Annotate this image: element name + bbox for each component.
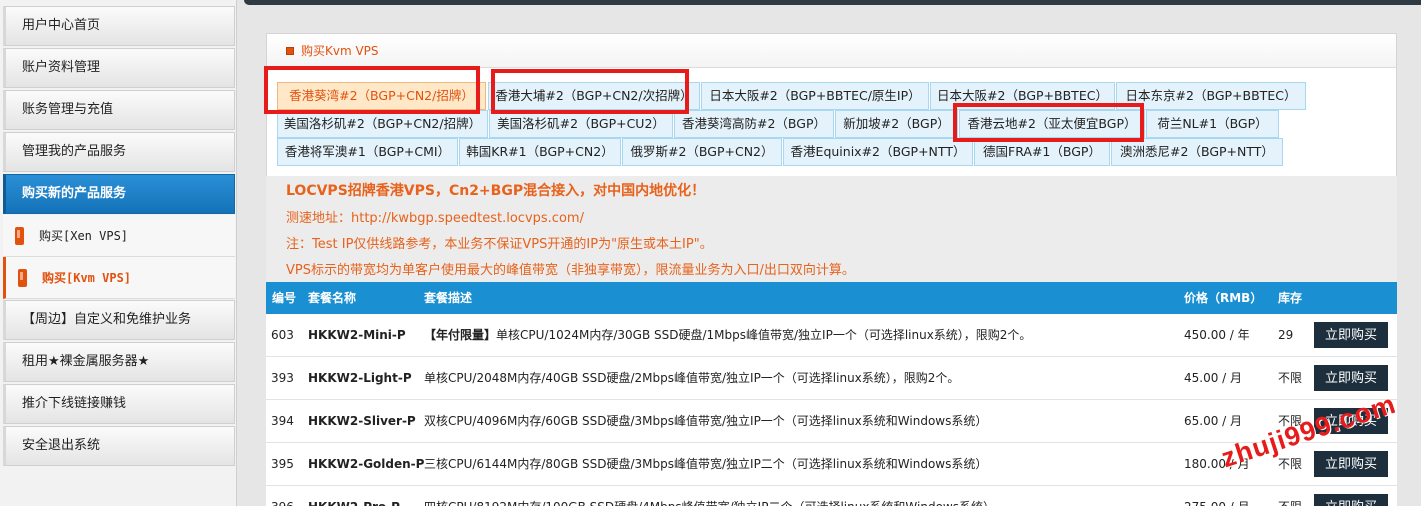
tab-location[interactable]: 新加坡#2（BGP） xyxy=(835,110,958,138)
sidebar-item-billing[interactable]: 账务管理与充值 xyxy=(3,90,235,130)
server-icon xyxy=(18,269,27,287)
tab-location[interactable]: 美国洛杉矶#2（BGP+CU2） xyxy=(489,110,673,138)
sidebar-subitem-label: 购买[Kvm VPS] xyxy=(42,271,132,285)
row-price: 450.00 / 年 xyxy=(1184,328,1250,342)
tab-location[interactable]: 日本东京#2（BGP+BBTEC） xyxy=(1116,82,1306,110)
row-id: 393 xyxy=(271,371,294,385)
row-stock: 29 xyxy=(1278,328,1294,342)
table-row: 396 HKKW2-Pro-P 四核CPU/8192M内存/100GB SSD硬… xyxy=(266,486,1397,506)
row-id: 395 xyxy=(271,457,294,471)
tab-location[interactable]: 俄罗斯#2（BGP+CN2） xyxy=(622,138,782,166)
sidebar-item-logout[interactable]: 安全退出系统 xyxy=(3,426,235,466)
row-name: HKKW2-Light-P xyxy=(308,371,412,385)
row-stock: 不限 xyxy=(1278,371,1303,385)
tab-location[interactable]: 韩国KR#1（BGP+CN2） xyxy=(459,138,621,166)
row-price: 275.00 / 月 xyxy=(1184,486,1250,506)
tab-location[interactable]: 香港云地#2（亚太便宜BGP） xyxy=(959,110,1145,138)
panel-header: 购买Kvm VPS xyxy=(267,34,1396,68)
row-desc-prefix: 【年付限量】 xyxy=(424,328,497,342)
col-id-header: 编号 xyxy=(272,291,297,305)
col-price-header: 价格（RMB） xyxy=(1184,291,1263,305)
panel-title: 购买Kvm VPS xyxy=(301,44,379,58)
row-id: 603 xyxy=(271,328,294,342)
row-price: 45.00 / 月 xyxy=(1184,371,1243,385)
buy-now-button[interactable]: 立即购买 xyxy=(1314,322,1388,348)
sidebar: 用户中心首页 账户资料管理 账务管理与充值 管理我的产品服务 购买新的产品服务 … xyxy=(0,0,237,506)
tab-location[interactable]: 香港大埔#2（BGP+CN2/次招牌） xyxy=(488,82,700,110)
tab-location[interactable]: 德国FRA#1（BGP） xyxy=(974,138,1110,166)
tab-location[interactable]: 香港Equinix#2（BGP+NTT） xyxy=(783,138,973,166)
row-desc: 三核CPU/6144M内存/80GB SSD硬盘/3Mbps峰值带宽/独立IP二… xyxy=(424,457,988,471)
sidebar-subitem-label: 购买[Xen VPS] xyxy=(39,229,129,243)
buy-now-button[interactable]: 立即购买 xyxy=(1314,451,1388,477)
row-id: 396 xyxy=(271,486,294,506)
col-desc-header: 套餐描述 xyxy=(424,291,473,305)
row-desc: 【年付限量】单核CPU/1024M内存/30GB SSD硬盘/1Mbps峰值带宽… xyxy=(424,314,1031,356)
tab-location[interactable]: 日本大阪#2（BGP+BBTEC/原生IP） xyxy=(701,82,929,110)
row-price: 65.00 / 月 xyxy=(1184,414,1243,428)
sidebar-item-custom-services[interactable]: 【周边】自定义和免维护业务 xyxy=(3,300,235,340)
buy-now-button[interactable]: 立即购买 xyxy=(1314,365,1388,391)
table-header: 编号 套餐名称 套餐描述 价格（RMB） 库存 xyxy=(266,282,1397,314)
sidebar-subitem-buy-kvm[interactable]: 购买[Kvm VPS] xyxy=(3,257,235,299)
row-name: HKKW2-Pro-P xyxy=(308,486,400,506)
row-name: HKKW2-Mini-P xyxy=(308,328,406,342)
sidebar-item-buy-products[interactable]: 购买新的产品服务 xyxy=(3,174,235,214)
row-id: 394 xyxy=(271,414,294,428)
table-row: 603 HKKW2-Mini-P 【年付限量】单核CPU/1024M内存/30G… xyxy=(266,314,1397,357)
sidebar-subitem-buy-xen[interactable]: 购买[Xen VPS] xyxy=(3,215,235,257)
sidebar-item-account-profile[interactable]: 账户资料管理 xyxy=(3,48,235,88)
sidebar-item-referral[interactable]: 推介下线链接赚钱 xyxy=(3,384,235,424)
row-desc: 四核CPU/8192M内存/100GB SSD硬盘/4Mbps峰值带宽/独立IP… xyxy=(424,486,995,506)
row-desc: 双核CPU/4096M内存/60GB SSD硬盘/3Mbps峰值带宽/独立IP一… xyxy=(424,414,988,428)
info-speedtest: 测速地址：http://kwbgp.speedtest.locvps.com/ xyxy=(286,211,584,226)
info-note: 注：Test IP仅供线路参考，本业务不保证VPS开通的IP为"原生或本土IP"… xyxy=(286,237,713,252)
info-headline: LOCVPS招牌香港VPS，Cn2+BGP混合接入，对中国内地优化！ xyxy=(286,183,706,199)
bullet-icon xyxy=(286,47,294,55)
col-name-header: 套餐名称 xyxy=(308,291,357,305)
row-desc: 单核CPU/2048M内存/40GB SSD硬盘/2Mbps峰值带宽/独立IP一… xyxy=(424,371,960,385)
sidebar-item-bare-metal[interactable]: 租用★裸金属服务器★ xyxy=(3,342,235,382)
col-stock-header: 库存 xyxy=(1278,291,1303,305)
row-stock: 不限 xyxy=(1278,486,1302,506)
tab-location[interactable]: 香港葵湾高防#2（BGP） xyxy=(674,110,834,138)
sidebar-item-home[interactable]: 用户中心首页 xyxy=(3,6,235,46)
tab-location[interactable]: 香港葵湾#2（BGP+CN2/招牌） xyxy=(277,82,486,110)
server-icon xyxy=(15,227,24,245)
tab-location[interactable]: 荷兰NL#1（BGP） xyxy=(1146,110,1279,138)
row-desc-text: 单核CPU/1024M内存/30GB SSD硬盘/1Mbps峰值带宽/独立IP一… xyxy=(496,328,1032,342)
tab-location[interactable]: 日本大阪#2（BGP+BBTEC） xyxy=(930,82,1115,110)
table-row: 394 HKKW2-Sliver-P 双核CPU/4096M内存/60GB SS… xyxy=(266,400,1397,443)
tab-location[interactable]: 澳洲悉尼#2（BGP+NTT） xyxy=(1111,138,1283,166)
row-name: HKKW2-Golden-P xyxy=(308,457,425,471)
buy-now-button[interactable]: 立即购买 xyxy=(1314,494,1388,506)
info-block: LOCVPS招牌香港VPS，Cn2+BGP混合接入，对中国内地优化！ 测速地址：… xyxy=(266,176,1397,282)
info-note: VPS标示的带宽均为单客户使用最大的峰值带宽（非独享带宽），限流量业务为入口/出… xyxy=(286,263,855,278)
tab-location[interactable]: 美国洛杉矶#2（BGP+CN2/招牌） xyxy=(277,110,488,138)
top-bar xyxy=(244,0,1421,5)
table-row: 393 HKKW2-Light-P 单核CPU/2048M内存/40GB SSD… xyxy=(266,357,1397,400)
sidebar-item-my-products[interactable]: 管理我的产品服务 xyxy=(3,132,235,172)
row-name: HKKW2-Sliver-P xyxy=(308,414,416,428)
tab-location[interactable]: 香港将军澳#1（BGP+CMI） xyxy=(277,138,458,166)
